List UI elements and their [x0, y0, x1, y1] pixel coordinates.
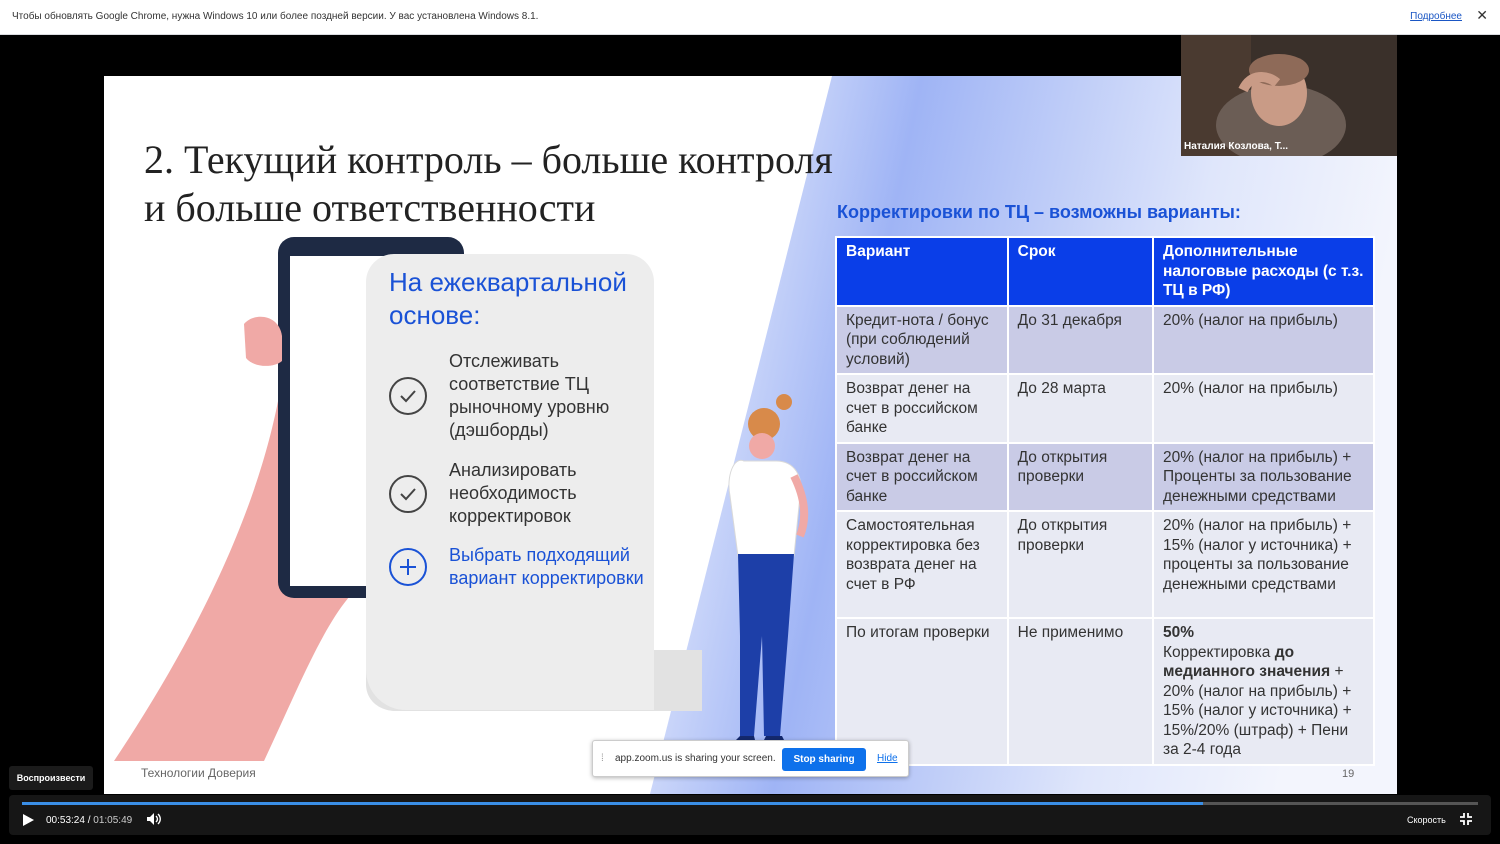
table-header-row: Вариант Срок Дополнительные налоговые ра… — [835, 236, 1376, 307]
list-item: Выбрать подходящий вариант корректировки — [389, 544, 649, 590]
hide-link[interactable]: Hide — [877, 753, 898, 764]
table-cell: 20% (налог на прибыль) — [1151, 373, 1376, 444]
bold-percent: 50% — [1162, 624, 1194, 641]
table-cell: До 31 декабря — [1006, 304, 1154, 375]
table-title: Корректировки по ТЦ – возможны варианты: — [837, 202, 1241, 222]
table-header-cell: Срок — [1006, 236, 1154, 307]
table-row: Возврат денег на счет в российском банке… — [835, 373, 1376, 444]
list-item-text: Анализировать необходимость корректирово… — [449, 460, 577, 526]
presentation-slide: 2. Текущий контроль – больше контроля и … — [104, 76, 1397, 794]
participant-name: Наталия Козлова, Т... — [1184, 141, 1289, 152]
scroll-card-title: На ежеквартальной основе: — [389, 267, 627, 330]
slide-title: 2. Текущий контроль – больше контроля и … — [144, 136, 924, 232]
table-row: Кредит-нота / бонус (при соблюдений усло… — [835, 304, 1376, 375]
sharing-message: app.zoom.us is sharing your screen. — [615, 753, 776, 764]
table-cell: Возврат денег на счет в российском банке — [835, 373, 1009, 444]
corrections-table: Вариант Срок Дополнительные налоговые ра… — [835, 236, 1376, 766]
list-item: Анализировать необходимость корректирово… — [389, 459, 649, 528]
check-circle-icon — [389, 377, 427, 415]
play-tooltip: Воспроизвести — [9, 766, 93, 790]
play-icon[interactable] — [21, 813, 35, 832]
speed-button[interactable]: Скорость — [1407, 815, 1446, 825]
total-time: 01:05:49 — [93, 815, 133, 826]
learn-more-link[interactable]: Подробнее — [1410, 11, 1462, 22]
table-row: Возврат денег на счет в российском банке… — [835, 441, 1376, 512]
slide-footer: Технологии Доверия — [141, 766, 256, 780]
table-cell-rich: 50% Корректировка до медианного значения… — [1151, 617, 1376, 766]
slide-title-line1: 2. Текущий контроль – больше контроля — [144, 137, 833, 182]
slide-title-line2: и больше ответственности — [144, 185, 596, 230]
page-number: 19 — [1342, 768, 1355, 780]
table-cell: До открытия проверки — [1006, 441, 1154, 512]
current-time: 00:53:24 — [46, 815, 85, 826]
list-item: Отслеживать соответствие ТЦ рыночному ур… — [389, 350, 649, 442]
list-item-text: Отслеживать соответствие ТЦ рыночному ур… — [449, 351, 610, 440]
table-cell: Самостоятельная корректировка без возвра… — [835, 510, 1009, 619]
chrome-update-infobar: Чтобы обновлять Google Chrome, нужна Win… — [0, 0, 1500, 35]
video-controls: 00:53:24 / 01:05:49 Скорость — [9, 795, 1491, 835]
time-separator: / — [87, 815, 91, 826]
exit-fullscreen-icon[interactable] — [1459, 812, 1473, 831]
drag-handle-icon[interactable]: ⁞ — [601, 753, 604, 764]
stop-sharing-button[interactable]: Stop sharing — [782, 748, 866, 771]
check-circle-icon — [389, 474, 427, 513]
table-cell: Возврат денег на счет в российском банке — [835, 441, 1009, 512]
infobar-message: Чтобы обновлять Google Chrome, нужна Win… — [12, 11, 539, 22]
table-row: Самостоятельная корректировка без возвра… — [835, 510, 1376, 619]
volume-icon[interactable] — [146, 812, 162, 831]
table-cell: 20% (налог на прибыль) + 15% (налог у ис… — [1151, 510, 1376, 619]
plus-circle-icon — [389, 548, 427, 586]
progress-fill — [22, 802, 1203, 805]
table-header-cell: Дополнительные налоговые расходы (с т.з.… — [1151, 236, 1376, 307]
table-cell: Кредит-нота / бонус (при соблюдений усло… — [835, 304, 1009, 375]
list-item-text: Выбрать подходящий вариант корректировки — [449, 545, 644, 588]
table-cell: До открытия проверки — [1006, 510, 1154, 619]
table-header-cell: Вариант — [835, 236, 1009, 307]
time-display: 00:53:24 / 01:05:49 — [46, 815, 132, 826]
table-cell: 20% (налог на прибыль) — [1151, 304, 1376, 375]
table-row: По итогам проверки Не применимо 50% Корр… — [835, 617, 1376, 766]
webcam-video[interactable]: Наталия Козлова, Т... — [1181, 35, 1397, 156]
table-cell: До 28 марта — [1006, 373, 1154, 444]
table-cell: Не применимо — [1006, 617, 1154, 766]
close-icon[interactable]: ✕ — [1476, 7, 1488, 24]
participant-video-frame — [1181, 35, 1397, 156]
table-cell: 20% (налог на прибыль) + Проценты за пол… — [1151, 441, 1376, 512]
zoom-share-bar: ⁞ app.zoom.us is sharing your screen. St… — [592, 740, 909, 777]
progress-bar[interactable] — [22, 802, 1478, 805]
adjustment-text: Корректировка — [1162, 643, 1271, 661]
